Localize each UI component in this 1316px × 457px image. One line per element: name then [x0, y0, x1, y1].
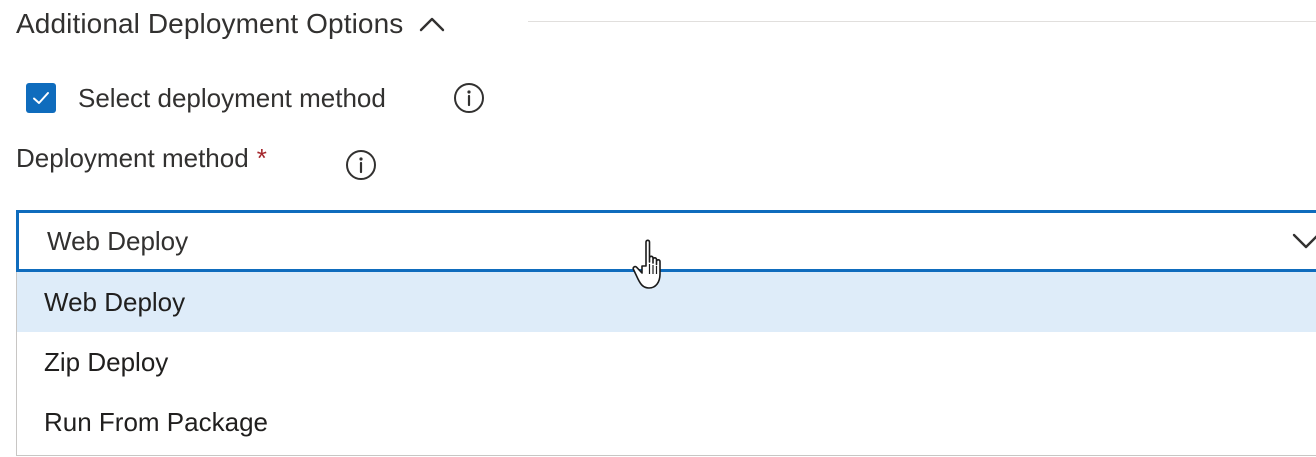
info-icon[interactable]: [453, 82, 485, 114]
dropdown-selected-value: Web Deploy: [47, 225, 189, 256]
checkmark-icon: [33, 92, 49, 104]
chevron-up-icon[interactable]: [417, 9, 447, 39]
chevron-down-icon[interactable]: [1289, 227, 1316, 255]
info-icon[interactable]: [345, 149, 377, 181]
deployment-options-panel: Additional Deployment Options Select dep…: [0, 0, 1316, 457]
deployment-method-options-list: Web Deploy Zip Deploy Run From Package: [16, 272, 1316, 456]
deployment-method-dropdown[interactable]: Web Deploy: [16, 210, 1316, 272]
deployment-method-field-label: Deployment method *: [16, 143, 267, 174]
deployment-method-label: Deployment method: [16, 143, 249, 173]
select-deployment-method-checkbox[interactable]: [26, 83, 56, 113]
dropdown-option-web-deploy[interactable]: Web Deploy: [17, 272, 1316, 332]
select-deployment-method-label: Select deployment method: [78, 82, 386, 113]
section-header-toggle[interactable]: Additional Deployment Options: [16, 2, 447, 46]
dropdown-option-run-from-package[interactable]: Run From Package: [17, 392, 1316, 452]
section-title: Additional Deployment Options: [16, 8, 404, 39]
select-deployment-method-row[interactable]: Select deployment method: [26, 80, 386, 116]
section-divider: [528, 21, 1316, 22]
required-indicator: *: [256, 143, 267, 173]
dropdown-option-zip-deploy[interactable]: Zip Deploy: [17, 332, 1316, 392]
